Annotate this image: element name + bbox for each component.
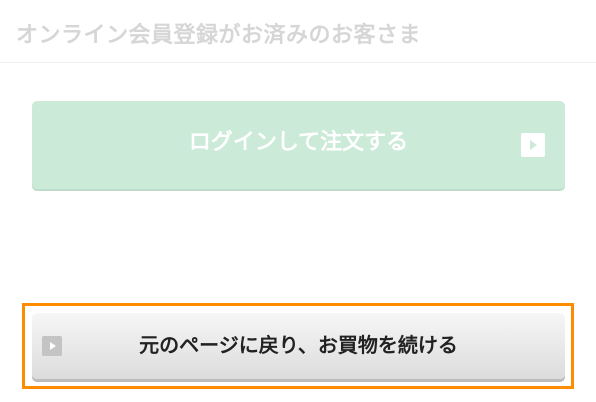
- page: オンライン会員登録がお済みのお客さま ログインして注文する 元のページに戻り、お…: [0, 0, 596, 402]
- section-header: オンライン会員登録がお済みのお客さま: [0, 0, 596, 63]
- login-order-button[interactable]: ログインして注文する: [32, 101, 565, 189]
- continue-shopping-label: 元のページに戻り、お買物を続ける: [139, 333, 458, 357]
- section-title: オンライン会員登録がお済みのお客さま: [16, 23, 422, 48]
- play-arrow-icon: [521, 133, 545, 157]
- continue-shopping-button[interactable]: 元のページに戻り、お買物を続ける: [32, 313, 565, 379]
- login-order-label: ログインして注文する: [188, 130, 409, 155]
